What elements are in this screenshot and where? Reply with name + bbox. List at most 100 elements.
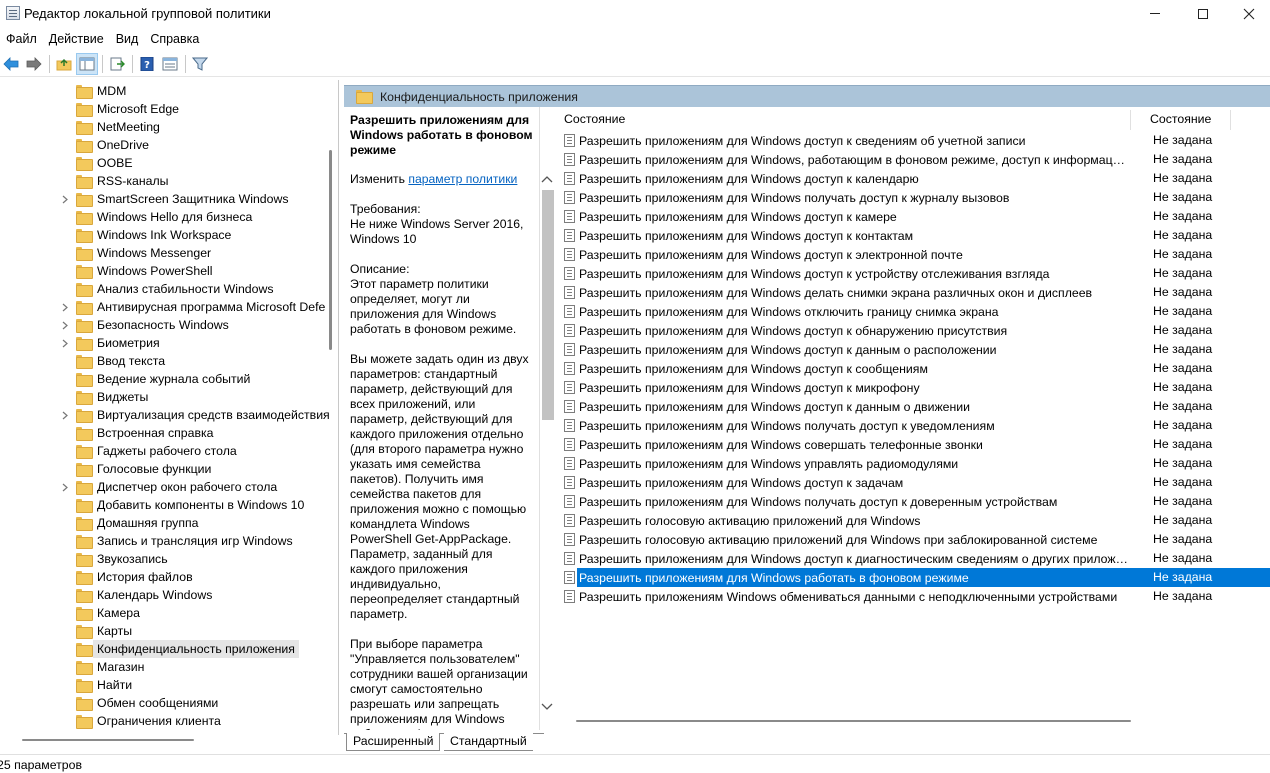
menu-help[interactable]: Справка: [144, 28, 205, 50]
tree-item[interactable]: Магазин: [0, 658, 322, 676]
table-row[interactable]: Разрешить приложениям для Windows получа…: [558, 188, 1270, 207]
tree-item[interactable]: Найти: [0, 676, 322, 694]
tree-item-label: Ограничения клиента: [97, 714, 221, 728]
table-row[interactable]: Разрешить приложениям для Windows доступ…: [558, 226, 1270, 245]
table-row[interactable]: Разрешить приложениям для Windows, работ…: [558, 150, 1270, 169]
table-row[interactable]: Разрешить приложениям для Windows делать…: [558, 283, 1270, 302]
filter-button[interactable]: [189, 53, 211, 75]
tree-item[interactable]: NetMeeting: [0, 118, 322, 136]
status-text: 25 параметров: [0, 758, 82, 772]
tree-item[interactable]: Гаджеты рабочего стола: [0, 442, 322, 460]
back-button[interactable]: [0, 53, 22, 75]
menu-view[interactable]: Вид: [110, 28, 145, 50]
table-row[interactable]: Разрешить голосовую активацию приложений…: [558, 511, 1270, 530]
tab-extended[interactable]: Расширенный: [346, 733, 441, 751]
table-row[interactable]: Разрешить приложениям для Windows доступ…: [558, 549, 1270, 568]
tree-item[interactable]: Карты: [0, 622, 322, 640]
tree-item[interactable]: Камера: [0, 604, 322, 622]
tree-item[interactable]: Windows Hello для бизнеса: [0, 208, 322, 226]
table-row[interactable]: Разрешить приложениям для Windows доступ…: [558, 378, 1270, 397]
table-row[interactable]: Разрешить приложениям для Windows доступ…: [558, 473, 1270, 492]
chevron-right-icon[interactable]: [60, 478, 70, 496]
tree-item[interactable]: Антивирусная программа Microsoft Defe: [0, 298, 325, 316]
tree-item[interactable]: Звукозапись: [0, 550, 322, 568]
tree-item-label: RSS-каналы: [97, 174, 169, 188]
tree-item[interactable]: Windows Messenger: [0, 244, 322, 262]
tree-item[interactable]: Microsoft Edge: [0, 100, 322, 118]
chevron-right-icon[interactable]: [60, 298, 70, 316]
table-row[interactable]: Разрешить приложениям для Windows доступ…: [558, 321, 1270, 340]
table-row[interactable]: Разрешить приложениям для Windows отключ…: [558, 302, 1270, 321]
tree-scrollbar-thumb[interactable]: [329, 150, 332, 350]
tree-item[interactable]: Ввод текста: [0, 352, 322, 370]
help-button[interactable]: ?: [136, 53, 158, 75]
tree-item[interactable]: Домашняя группа: [0, 514, 322, 532]
table-row[interactable]: Разрешить приложениям для Windows получа…: [558, 492, 1270, 511]
close-button[interactable]: [1226, 0, 1270, 27]
tree-item[interactable]: Windows Ink Workspace: [0, 226, 322, 244]
scroll-up-arrow-icon[interactable]: [541, 172, 553, 186]
tree-item[interactable]: MDM: [0, 82, 322, 100]
tree-item[interactable]: Календарь Windows: [0, 586, 322, 604]
description-scrollbar-thumb[interactable]: [542, 190, 554, 420]
tree-item[interactable]: Windows PowerShell: [0, 262, 322, 280]
tree-item[interactable]: Голосовые функции: [0, 460, 322, 478]
scroll-down-arrow-icon[interactable]: [541, 700, 553, 714]
table-row[interactable]: Разрешить приложениям для Windows доступ…: [558, 169, 1270, 188]
tree-item[interactable]: История файлов: [0, 568, 322, 586]
tree-item[interactable]: Безопасность Windows: [0, 316, 322, 334]
export-list-button[interactable]: [106, 53, 128, 75]
chevron-right-icon[interactable]: [60, 406, 70, 424]
tree-item[interactable]: Ведение журнала событий: [0, 370, 322, 388]
column-header-state[interactable]: Состояние: [1150, 112, 1211, 126]
up-button[interactable]: [53, 53, 75, 75]
column-header-setting[interactable]: Состояние: [564, 112, 625, 126]
table-row[interactable]: Разрешить приложениям для Windows доступ…: [558, 340, 1270, 359]
table-row[interactable]: Разрешить голосовую активацию приложений…: [558, 530, 1270, 549]
table-row[interactable]: Разрешить приложениям Windows обменивать…: [558, 587, 1270, 606]
table-row[interactable]: Разрешить приложениям для Windows доступ…: [558, 264, 1270, 283]
table-row[interactable]: Разрешить приложениям для Windows работа…: [558, 568, 1270, 587]
tree-item[interactable]: Конфиденциальность приложения: [0, 640, 322, 658]
chevron-right-icon[interactable]: [60, 316, 70, 334]
tab-standard[interactable]: Стандартный: [444, 733, 533, 751]
edit-policy-link[interactable]: параметр политики: [408, 172, 517, 186]
properties-button[interactable]: [159, 53, 181, 75]
table-row[interactable]: Разрешить приложениям для Windows соверш…: [558, 435, 1270, 454]
tree-item[interactable]: OneDrive: [0, 136, 322, 154]
setting-state: Не задана: [1153, 513, 1213, 527]
tree-item[interactable]: Виртуализация средств взаимодействия: [0, 406, 330, 424]
menu-file[interactable]: Файл: [0, 28, 43, 50]
forward-button[interactable]: [23, 53, 45, 75]
tree-item[interactable]: Добавить компоненты в Windows 10: [0, 496, 322, 514]
table-row[interactable]: Разрешить приложениям для Windows доступ…: [558, 131, 1270, 150]
tree-item[interactable]: SmartScreen Защитника Windows: [0, 190, 322, 208]
table-row[interactable]: Разрешить приложениям для Windows доступ…: [558, 359, 1270, 378]
tree-item[interactable]: Анализ стабильности Windows: [0, 280, 322, 298]
table-row[interactable]: Разрешить приложениям для Windows получа…: [558, 416, 1270, 435]
chevron-right-icon[interactable]: [60, 190, 70, 208]
tree-item[interactable]: Виджеты: [0, 388, 322, 406]
table-row[interactable]: Разрешить приложениям для Windows управл…: [558, 454, 1270, 473]
chevron-right-icon[interactable]: [60, 334, 70, 352]
list-horizontal-scrollbar[interactable]: [576, 720, 1131, 722]
minimize-button[interactable]: [1132, 0, 1178, 27]
table-row[interactable]: Разрешить приложениям для Windows доступ…: [558, 397, 1270, 416]
show-hide-tree-button[interactable]: [76, 52, 98, 75]
column-separator[interactable]: [1230, 110, 1231, 130]
tree-item[interactable]: Ограничения клиента: [0, 712, 322, 730]
column-separator[interactable]: [1130, 110, 1131, 130]
tree-item[interactable]: Диспетчер окон рабочего стола: [0, 478, 322, 496]
tree-item[interactable]: Запись и трансляция игр Windows: [0, 532, 322, 550]
menu-action[interactable]: Действие: [43, 28, 110, 50]
table-row[interactable]: Разрешить приложениям для Windows доступ…: [558, 245, 1270, 264]
tree-horizontal-scrollbar[interactable]: [22, 739, 194, 741]
tree-item[interactable]: Биометрия: [0, 334, 322, 352]
tree-vertical-scrollbar[interactable]: [322, 80, 338, 735]
maximize-button[interactable]: [1180, 0, 1226, 27]
table-row[interactable]: Разрешить приложениям для Windows доступ…: [558, 207, 1270, 226]
tree-item[interactable]: Обмен сообщениями: [0, 694, 322, 712]
tree-item[interactable]: Встроенная справка: [0, 424, 322, 442]
tree-item[interactable]: OOBE: [0, 154, 322, 172]
tree-item[interactable]: RSS-каналы: [0, 172, 322, 190]
